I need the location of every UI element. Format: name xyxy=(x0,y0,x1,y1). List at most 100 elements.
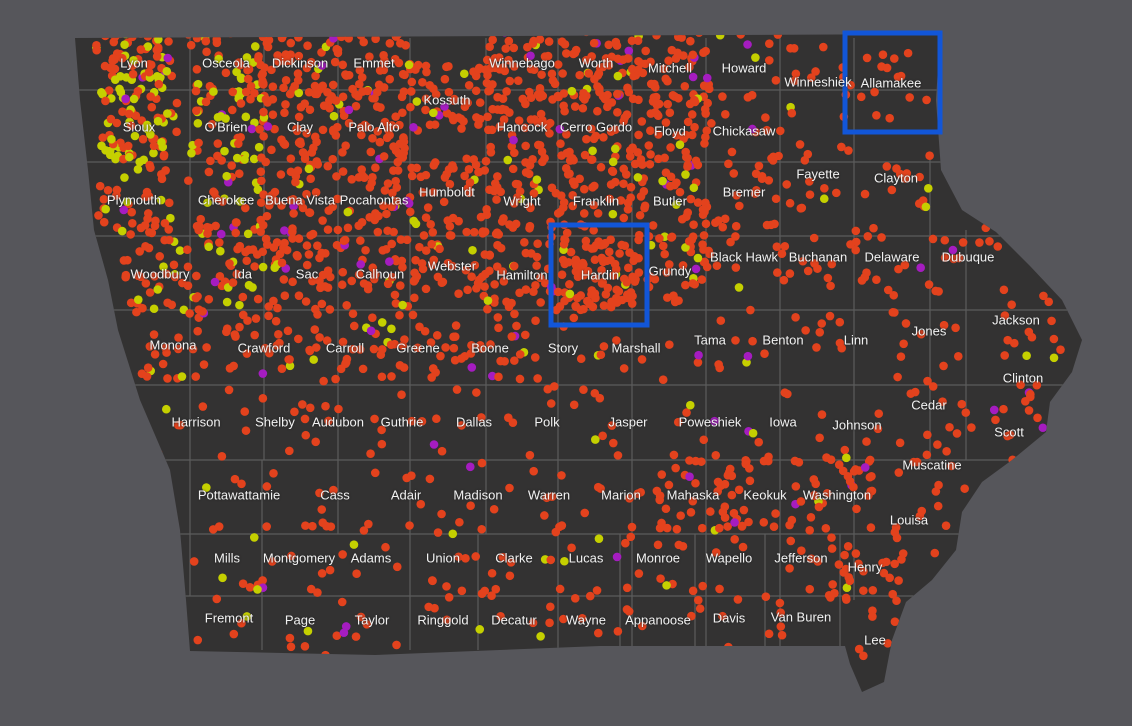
site-dot xyxy=(820,184,829,193)
site-dot xyxy=(370,468,380,478)
site-dot xyxy=(133,164,143,174)
site-dot xyxy=(313,241,322,250)
site-dot xyxy=(313,588,322,597)
site-dot xyxy=(772,242,782,252)
site-dot xyxy=(100,34,110,41)
site-dot xyxy=(122,197,132,207)
site-dot xyxy=(688,72,698,82)
site-dot xyxy=(433,272,443,282)
site-dot xyxy=(607,421,617,430)
site-dot xyxy=(110,64,120,74)
site-dot xyxy=(117,53,127,63)
site-dot xyxy=(474,120,483,129)
site-dot xyxy=(660,249,670,259)
site-dot xyxy=(156,195,166,205)
site-dot xyxy=(397,390,406,399)
site-dot xyxy=(144,67,154,77)
site-dot xyxy=(658,176,667,186)
site-dot xyxy=(682,408,691,417)
site-dot xyxy=(370,94,379,103)
site-dot xyxy=(500,66,510,76)
site-dot xyxy=(658,375,668,385)
site-dot xyxy=(568,201,577,211)
site-dot xyxy=(785,520,794,530)
site-dot xyxy=(475,341,485,350)
site-dot xyxy=(734,485,744,495)
site-dot xyxy=(981,223,991,233)
site-dot xyxy=(634,268,644,277)
site-dot xyxy=(862,437,871,446)
site-dot xyxy=(656,574,665,583)
site-dot xyxy=(667,233,676,242)
site-dot xyxy=(286,154,296,163)
site-dot xyxy=(832,188,841,198)
site-dot xyxy=(375,137,385,147)
site-dot xyxy=(464,188,474,197)
site-dot xyxy=(452,385,462,394)
site-dot xyxy=(167,300,177,310)
site-dot xyxy=(1026,389,1035,399)
site-dot xyxy=(331,374,340,384)
site-dot xyxy=(1022,351,1031,360)
site-dot xyxy=(100,61,110,71)
site-dot xyxy=(751,185,761,195)
site-dot xyxy=(207,120,217,129)
site-dot xyxy=(760,349,769,358)
site-dot xyxy=(585,299,594,309)
site-dot xyxy=(872,110,881,120)
site-dot xyxy=(877,233,886,242)
site-dot xyxy=(124,109,134,119)
site-dot xyxy=(751,53,760,62)
site-dot xyxy=(463,285,472,295)
site-dot xyxy=(870,87,879,97)
site-dot xyxy=(868,585,878,595)
site-dot xyxy=(243,74,253,84)
site-dot xyxy=(161,404,171,414)
site-dot xyxy=(290,34,299,37)
site-dot xyxy=(520,123,530,133)
site-dot xyxy=(718,222,728,232)
site-dot xyxy=(349,540,359,549)
site-dot xyxy=(244,280,254,290)
site-dot xyxy=(103,185,113,195)
site-dot xyxy=(349,321,359,331)
site-dot xyxy=(184,34,193,39)
site-dot xyxy=(715,34,725,40)
site-dot xyxy=(627,299,637,308)
site-dot xyxy=(234,169,244,178)
site-dot xyxy=(396,235,406,244)
site-dot xyxy=(748,124,757,134)
site-dot xyxy=(147,102,157,112)
site-dot xyxy=(953,352,963,361)
site-dot xyxy=(508,418,518,427)
site-dot xyxy=(306,231,315,240)
site-dot xyxy=(699,435,709,445)
site-dot xyxy=(695,604,705,613)
site-dot xyxy=(419,231,429,240)
site-dot xyxy=(407,163,416,173)
site-dot xyxy=(325,305,335,314)
site-dot xyxy=(379,152,389,161)
site-dot xyxy=(120,173,129,182)
site-dot xyxy=(691,264,701,274)
site-dot xyxy=(435,244,444,254)
site-dot xyxy=(704,84,714,94)
site-dot xyxy=(559,614,568,624)
site-dot xyxy=(554,92,563,102)
site-dot xyxy=(637,117,647,126)
site-dot xyxy=(416,499,426,509)
site-dot xyxy=(418,188,428,197)
site-dot xyxy=(712,261,722,271)
site-dot xyxy=(336,364,346,374)
site-dot xyxy=(567,86,577,96)
site-dot xyxy=(157,137,166,147)
site-dot xyxy=(365,52,374,62)
site-dot xyxy=(759,456,769,466)
site-dot xyxy=(270,187,280,197)
site-dot xyxy=(380,56,389,65)
site-dot xyxy=(428,576,437,586)
site-dot xyxy=(999,285,1009,295)
site-dot xyxy=(289,209,298,218)
site-dot xyxy=(300,642,310,651)
site-dot xyxy=(622,277,632,287)
